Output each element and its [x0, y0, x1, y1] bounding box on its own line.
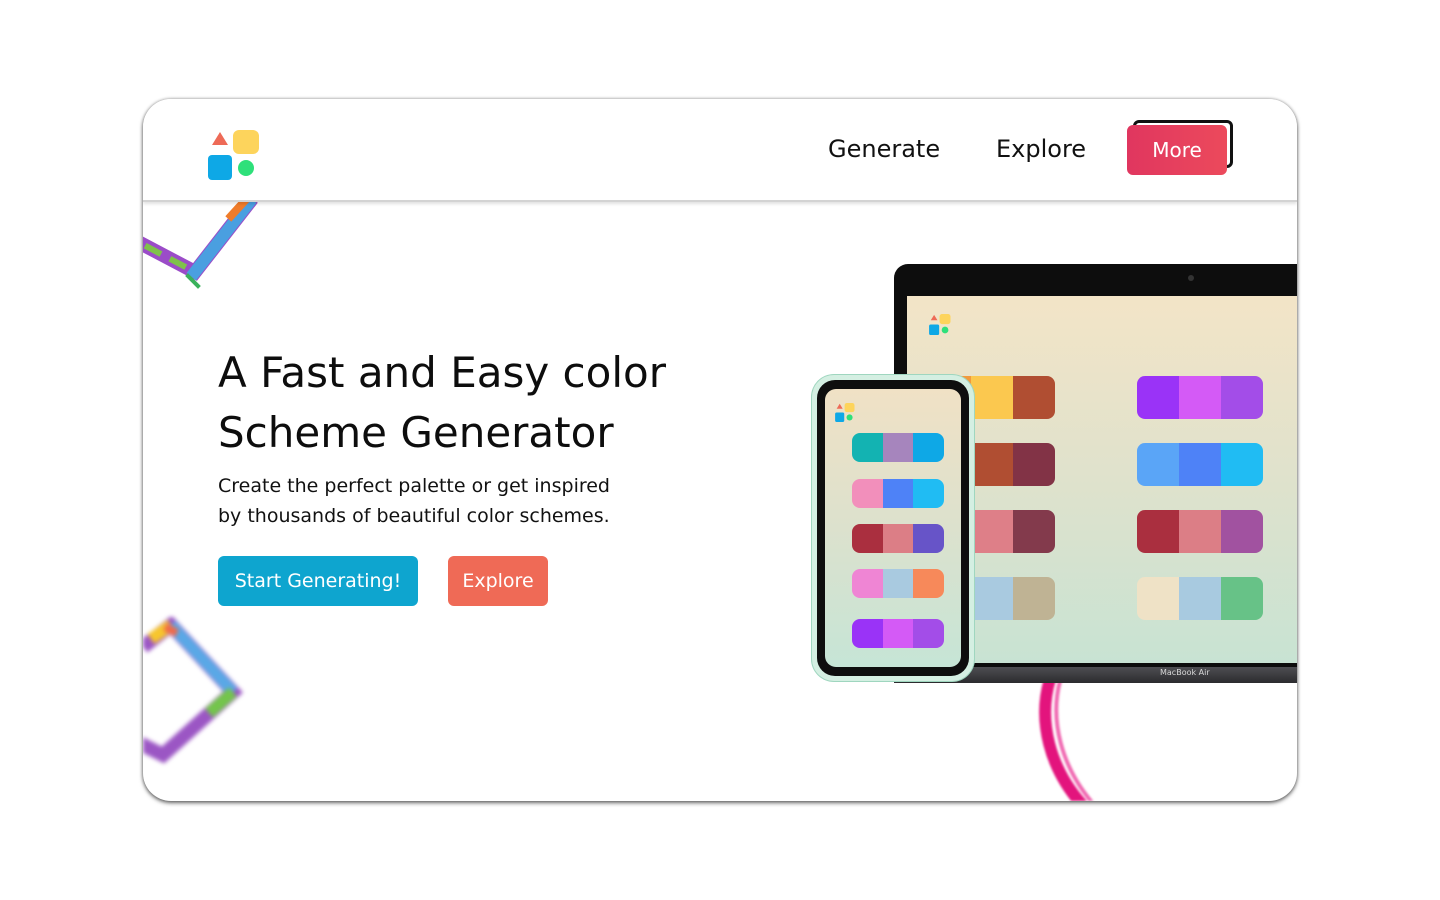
color-swatch	[852, 569, 883, 598]
laptop-camera	[1188, 275, 1194, 281]
nav-generate-link[interactable]: Generate	[828, 135, 940, 163]
laptop-palette-swatch[interactable]	[1137, 443, 1263, 486]
color-swatch	[852, 479, 883, 508]
color-swatch	[852, 433, 883, 462]
color-swatch	[1137, 577, 1179, 620]
laptop-brand-label: MacBook Air	[1160, 668, 1210, 677]
explore-button[interactable]: Explore	[448, 556, 548, 606]
color-swatch	[1013, 510, 1055, 553]
hero-title-line-2: Scheme Generator	[218, 408, 614, 457]
color-swatch	[852, 619, 883, 648]
color-swatch	[971, 577, 1013, 620]
color-swatch	[882, 479, 914, 508]
landing-card: Generate Explore More A Fast and Easy co…	[143, 99, 1297, 801]
color-swatch	[971, 443, 1013, 486]
color-swatch	[1013, 443, 1055, 486]
phone-palette-swatch[interactable]	[852, 569, 944, 598]
phone-palette-swatch[interactable]	[852, 479, 944, 508]
phone-palette-swatch[interactable]	[852, 524, 944, 553]
pink-swirl-decoration	[1039, 679, 1094, 801]
color-swatch	[1221, 577, 1263, 620]
laptop-palette-swatch[interactable]	[1137, 376, 1263, 419]
hero-title-line-1: A Fast and Easy color	[218, 348, 666, 397]
color-swatch	[882, 619, 914, 648]
more-button-wrapper: More	[1127, 120, 1235, 175]
color-swatch	[1137, 376, 1179, 419]
color-swatch	[882, 433, 914, 462]
color-swatch	[913, 619, 944, 648]
phone-mockup	[812, 375, 974, 681]
color-swatch	[882, 569, 914, 598]
color-swatch	[1221, 510, 1263, 553]
phone-palette-swatch[interactable]	[852, 433, 944, 462]
color-swatch	[1013, 376, 1055, 419]
color-swatch	[1221, 376, 1263, 419]
phone-app-logo-icon	[835, 403, 855, 422]
color-swatch	[971, 376, 1013, 419]
color-swatch	[913, 479, 944, 508]
color-swatch	[1179, 376, 1221, 419]
more-button[interactable]: More	[1127, 125, 1227, 175]
start-generating-button[interactable]: Start Generating!	[218, 556, 418, 606]
color-swatch	[1013, 577, 1055, 620]
hero-title: A Fast and Easy color Scheme Generator	[218, 343, 738, 463]
site-header: Generate Explore More	[143, 99, 1297, 202]
color-swatch	[913, 433, 944, 462]
phone-screen	[825, 389, 961, 667]
color-swatch	[971, 510, 1013, 553]
color-swatch	[1179, 577, 1221, 620]
color-swatch	[852, 524, 883, 553]
hero-subtitle: Create the perfect palette or get inspir…	[218, 471, 638, 531]
color-swatch	[1137, 443, 1179, 486]
color-swatch	[1179, 443, 1221, 486]
color-swatch	[1221, 443, 1263, 486]
paint-frame-bottom-decoration	[143, 617, 243, 764]
hero-subtitle-line-1: Create the perfect palette or get inspir…	[218, 475, 610, 497]
color-swatch	[1179, 510, 1221, 553]
phone-palette-swatch[interactable]	[852, 619, 944, 648]
laptop-palette-swatch[interactable]	[1137, 577, 1263, 620]
laptop-palette-swatch[interactable]	[1137, 510, 1263, 553]
color-swatch	[882, 524, 914, 553]
shapes-logo-icon[interactable]	[208, 130, 260, 180]
nav-explore-link[interactable]: Explore	[996, 135, 1086, 163]
laptop-app-logo-icon	[929, 314, 951, 335]
color-swatch	[913, 569, 944, 598]
paint-frame-top-decoration	[143, 194, 258, 289]
hero-subtitle-line-2: by thousands of beautiful color schemes.	[218, 505, 610, 527]
color-swatch	[1137, 510, 1179, 553]
color-swatch	[913, 524, 944, 553]
phone-bezel	[817, 380, 969, 676]
